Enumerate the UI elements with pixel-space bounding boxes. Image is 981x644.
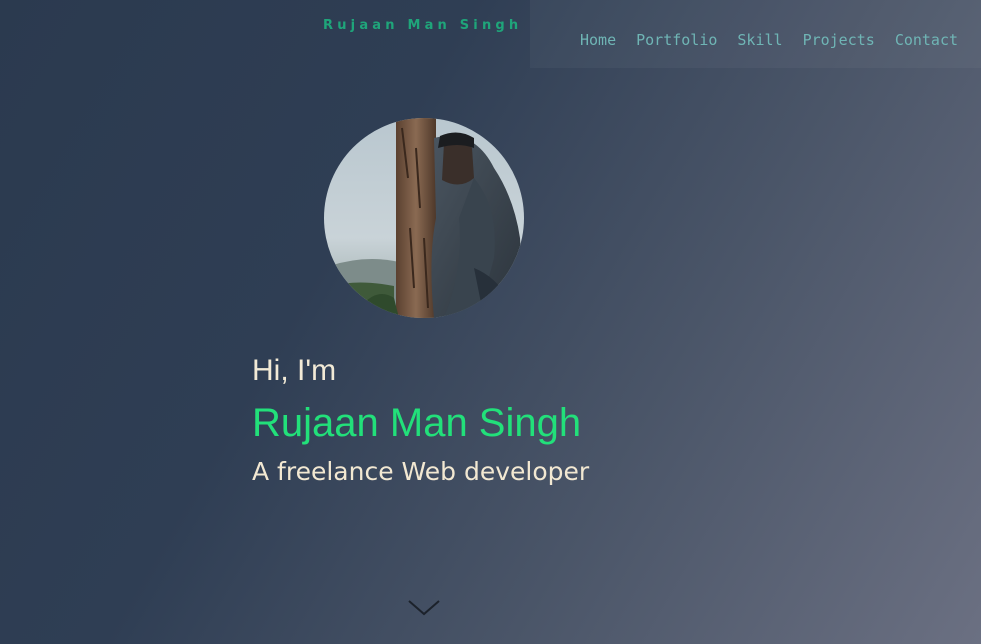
chevron-down-icon[interactable]: [406, 596, 442, 618]
nav-link-projects[interactable]: Projects: [803, 31, 875, 49]
nav-link-home[interactable]: Home: [580, 31, 616, 49]
hero-greeting: Hi, I'm: [252, 354, 337, 387]
nav-link-portfolio[interactable]: Portfolio: [636, 31, 717, 49]
nav-link-contact[interactable]: Contact: [895, 31, 958, 49]
profile-photo: [324, 118, 524, 318]
main-nav: Home Portfolio Skill Projects Contact: [580, 31, 958, 49]
profile-avatar: [324, 118, 524, 318]
top-navbar: Rujaan Man Singh Home Portfolio Skill Pr…: [0, 0, 981, 68]
hero-name: Rujaan Man Singh: [252, 401, 582, 445]
nav-link-skill[interactable]: Skill: [737, 31, 782, 49]
brand-logo-text[interactable]: Rujaan Man Singh: [323, 18, 522, 33]
hero-tagline: A freelance Web developer: [252, 457, 590, 486]
